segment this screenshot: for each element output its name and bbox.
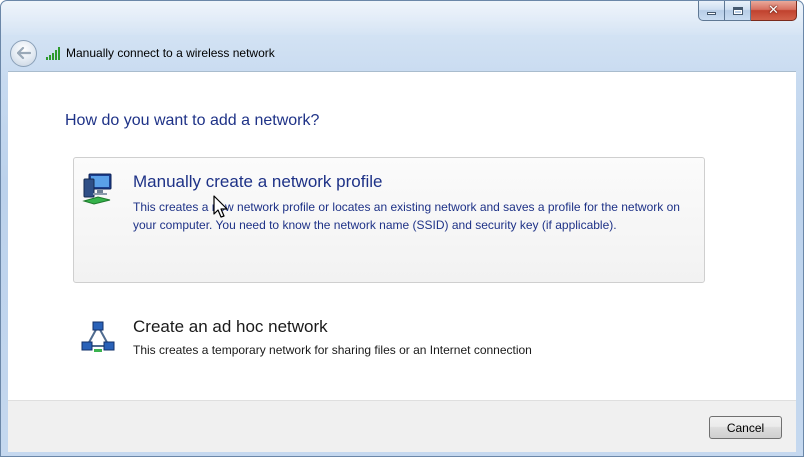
dialog-footer: Cancel	[8, 400, 796, 452]
cancel-button[interactable]: Cancel	[709, 416, 782, 439]
wireless-signal-icon	[46, 46, 60, 60]
close-icon: ✕	[768, 3, 779, 18]
title-bar	[1, 1, 803, 35]
window-title: Manually connect to a wireless network	[66, 46, 275, 60]
maximize-button[interactable]	[725, 1, 751, 21]
ad-hoc-description: This creates a temporary network for sha…	[133, 343, 532, 357]
minimize-icon	[707, 12, 716, 15]
close-button[interactable]: ✕	[751, 1, 797, 21]
caption-buttons: ✕	[698, 1, 797, 21]
navigation-bar: Manually connect to a wireless network	[8, 35, 796, 71]
content-pane: How do you want to add a network? Manual…	[8, 71, 796, 400]
manual-profile-title: Manually create a network profile	[133, 172, 383, 191]
back-button[interactable]	[10, 39, 37, 67]
mouse-cursor-icon	[213, 195, 228, 218]
ad-hoc-network-icon	[81, 321, 115, 352]
maximize-icon	[732, 6, 743, 15]
back-arrow-icon	[16, 47, 31, 59]
ad-hoc-title: Create an ad hoc network	[133, 317, 328, 336]
ad-hoc-option[interactable]: Create an ad hoc network This creates a …	[73, 312, 705, 372]
minimize-button[interactable]	[698, 1, 725, 21]
network-profile-icon	[82, 173, 112, 205]
manual-profile-option[interactable]: Manually create a network profile This c…	[73, 157, 705, 283]
page-heading: How do you want to add a network?	[65, 112, 320, 129]
